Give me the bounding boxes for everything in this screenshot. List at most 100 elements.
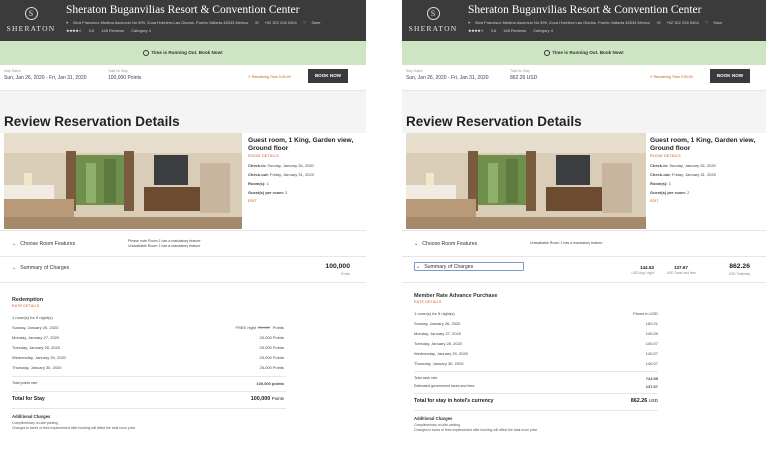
- room-photo: [406, 133, 646, 229]
- hotel-phone[interactable]: +52 322 226 0404: [666, 20, 698, 25]
- rating-row: ★★★★☆ 3.8 165 Reviews Category 4: [468, 28, 559, 33]
- right-panel: S SHERATON Sheraton Buganvilias Resort &…: [402, 0, 766, 469]
- night-unit-1: Points: [272, 325, 284, 330]
- hotel-name: Sheraton Buganvilias Resort & Convention…: [468, 4, 702, 16]
- save-link[interactable]: Save: [311, 20, 320, 25]
- gray-spacer: [402, 91, 766, 111]
- reviews-link[interactable]: 165 Reviews: [503, 28, 526, 33]
- check-in-date: Sunday, January 26, 2020: [267, 163, 314, 168]
- rate-details-link[interactable]: RATE DETAILS: [414, 300, 441, 304]
- stay-summary: Stay Dates Sun, Jan 26, 2020 - Fri, Jan …: [402, 65, 766, 91]
- night-value-3: 25,000 Points: [259, 345, 284, 350]
- night-value-1: 160.21: [645, 321, 658, 326]
- hotel-header: S SHERATON Sheraton Buganvilias Resort &…: [0, 0, 366, 41]
- stay-dates-label: Stay Dates: [4, 69, 21, 73]
- rating-value: 3.8: [88, 28, 95, 33]
- charges-toggle[interactable]: ⌄ Summary of Charges: [416, 264, 473, 270]
- guests-label: Guest(s) per room:: [650, 190, 687, 195]
- charges-toggle[interactable]: ⌄ Summary of Charges: [12, 265, 69, 271]
- sheraton-logo-icon: S: [426, 7, 440, 20]
- room-features-toggle[interactable]: ⌄ Choose Room Features: [414, 241, 477, 247]
- total-sub: USD Total/stay: [728, 272, 750, 276]
- stay-dates: Sun, Jan 26, 2020 - Fri, Jan 31, 2020: [4, 75, 87, 81]
- night-date-3: Tuesday, January 28, 2020: [12, 345, 61, 350]
- book-now-button[interactable]: BOOK NOW: [710, 69, 750, 83]
- phone-icon: ☏: [254, 20, 260, 25]
- save-link[interactable]: Save: [713, 20, 722, 25]
- room-photo-image: [4, 133, 242, 229]
- guests-label: Guest(s) per room:: [248, 190, 285, 195]
- room-title: Guest room, 1 King, Garden view, Ground …: [650, 137, 756, 152]
- hotel-address: Blvd Francisco Medina Ascencio No 999, Z…: [475, 20, 651, 25]
- address-row: ⌖ Blvd Francisco Medina Ascencio No 999, …: [468, 20, 728, 25]
- room-card: Guest room, 1 King, Garden view, Ground …: [402, 133, 766, 231]
- heart-icon[interactable]: ♡: [303, 20, 307, 25]
- rate-details-link[interactable]: RATE DETAILS: [12, 304, 39, 308]
- night-value-2: 140.00: [645, 331, 658, 336]
- total-amount: 862.26: [729, 263, 750, 270]
- check-in-line: Check-in: Sunday, January 26, 2020: [248, 163, 364, 168]
- rooms-count: 1: [266, 181, 269, 186]
- total-stay-number: 100,000: [250, 396, 271, 402]
- room-features-section[interactable]: ⌄ Choose Room Features Please note Room 1…: [0, 231, 366, 257]
- phone-icon: ☏: [656, 20, 662, 25]
- charges-title: Summary of Charges: [424, 264, 474, 270]
- hotel-logo[interactable]: S SHERATON: [402, 0, 464, 41]
- night-value-4: 25,000 Points: [259, 355, 284, 360]
- banner-text: Time is Running Out. Book Now!: [151, 50, 223, 55]
- night-date-2: Monday, January 27, 2020: [414, 331, 462, 336]
- rooms-label: Room(s):: [248, 181, 266, 186]
- chevron-down-icon: ⌄: [414, 241, 419, 247]
- night-value-5: 140.07: [645, 361, 658, 366]
- check-in-label: Check-in:: [650, 163, 669, 168]
- taxes-sub: USD Taxes and fees: [667, 271, 696, 275]
- chevron-down-icon: ⌄: [12, 241, 17, 247]
- remaining-time: ⏱ Remaining Time 0:00:00: [650, 75, 693, 79]
- features-notes: Unavailable Room 1 has a mandatory featu…: [530, 241, 602, 246]
- total-stay-unit: Points: [271, 396, 284, 401]
- guests-line: Guest(s) per room: 2: [248, 190, 364, 195]
- reviews-link[interactable]: 165 Reviews: [101, 28, 124, 33]
- room-title: Guest room, 1 King, Garden view, Ground …: [248, 137, 354, 152]
- room-details-link[interactable]: ROOM DETAILS: [248, 154, 364, 158]
- divider: [414, 393, 658, 394]
- room-features-toggle[interactable]: ⌄ Choose Room Features: [12, 241, 75, 247]
- features-note-2: Unavailable Room 1 has a mandatory featu…: [128, 244, 201, 248]
- taxes-label: Estimated government taxes and fees: [414, 384, 475, 388]
- night-date-1: Sunday, January 26, 2020: [414, 321, 461, 326]
- gray-spacer: [0, 91, 366, 111]
- room-features-section[interactable]: ⌄ Choose Room Features Unavailable Room 1…: [402, 231, 766, 257]
- total-cash-value: 724.59: [645, 376, 658, 381]
- edit-link[interactable]: EDIT: [248, 199, 364, 203]
- room-nights: 1 room(s) for 5 night(s): [414, 311, 455, 316]
- total-stay-label: Total for stay in hotel's currency: [414, 398, 494, 404]
- room-info: Guest room, 1 King, Garden view, Ground …: [248, 137, 364, 203]
- total-stay-number: 862.26: [630, 398, 648, 404]
- rate-detail: Redemption RATE DETAILS 1 room(s) for 5 …: [0, 283, 366, 469]
- edit-link[interactable]: EDIT: [650, 199, 764, 203]
- charges-section[interactable]: ⌄ Summary of Charges 100,000 Points: [0, 257, 366, 283]
- taxes-value: 137.67: [645, 384, 658, 389]
- divider: [12, 376, 286, 377]
- stay-total: 862.26 USD: [510, 75, 538, 81]
- night-date-4: Wednesday, January 29, 2020: [12, 355, 66, 360]
- page-title: Review Reservation Details: [0, 111, 366, 133]
- timer-icon: ⏱: [248, 75, 251, 79]
- charges-section[interactable]: ⌄ Summary of Charges 144.53 USD Avg / nig…: [402, 257, 766, 283]
- total-label: Total for Stay: [108, 69, 128, 73]
- total-stay-unit: USD: [648, 398, 658, 403]
- charges-title: Summary of Charges: [20, 265, 70, 271]
- room-photo-image: [406, 133, 646, 229]
- check-in-date: Sunday, January 26, 2020: [669, 163, 716, 168]
- night-value-3: 140.07: [645, 341, 658, 346]
- additional-line-2: Changes in taxes or fees implemented aft…: [414, 428, 539, 432]
- hotel-phone[interactable]: +52 322 226 0404: [264, 20, 296, 25]
- rating-row: ★★★★☆ 3.8 165 Reviews Category 4: [66, 28, 157, 33]
- book-now-button[interactable]: BOOK NOW: [308, 69, 348, 83]
- total-stay-value: 100,000 Points: [251, 396, 284, 402]
- heart-icon[interactable]: ♡: [705, 20, 709, 25]
- category-label: Category 4: [533, 28, 553, 33]
- hotel-logo[interactable]: S SHERATON: [0, 0, 62, 41]
- hotel-header: S SHERATON Sheraton Buganvilias Resort &…: [402, 0, 766, 41]
- room-details-link[interactable]: ROOM DETAILS: [650, 154, 764, 158]
